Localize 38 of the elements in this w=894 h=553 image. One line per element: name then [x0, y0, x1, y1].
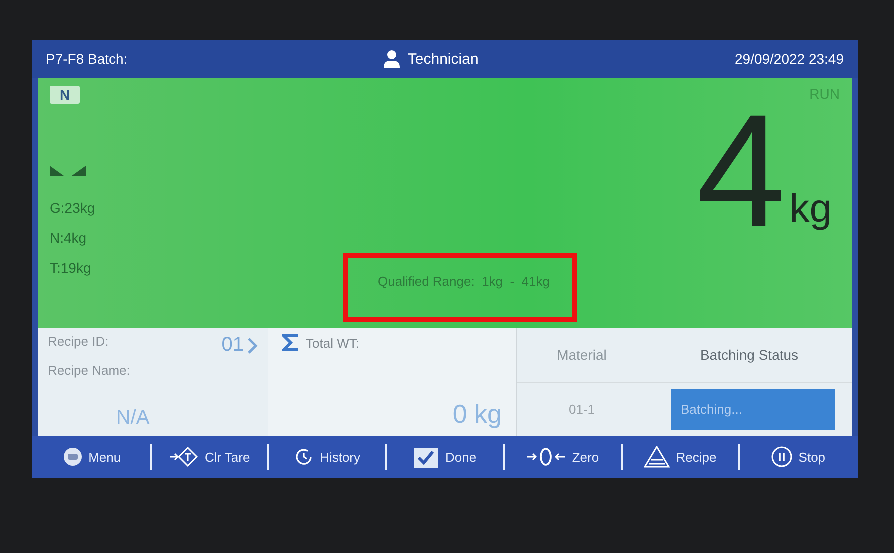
toolbar-button[interactable]: Zero [512, 445, 613, 469]
tare-weight: T:19kg [50, 260, 92, 276]
gross-weight: G:23kg [50, 200, 96, 216]
date-time: 29/09/2022 23:49 [735, 51, 844, 67]
toolbar-button[interactable]: Done [395, 443, 495, 471]
batch-label: P7-F8 Batch: [46, 51, 128, 67]
recipe-name: N/A [116, 407, 151, 430]
checkbox-icon [413, 445, 440, 469]
stability-icon [50, 166, 86, 176]
user-name: Technician [408, 50, 479, 68]
column-header: Material [557, 346, 607, 363]
status-badge: Batching... [671, 388, 835, 430]
total-weight-label: Total WT: [306, 336, 360, 350]
table-cell: 01-1 [568, 402, 596, 417]
toolbar-button[interactable]: Stop [748, 444, 848, 470]
zero-icon [526, 447, 566, 467]
flask-icon [644, 446, 670, 468]
net-weight: N:4kg [50, 230, 88, 246]
toolbar-button[interactable]: Menu [42, 445, 142, 469]
qualified-range: Qualified Range: 1kg - 41kg [378, 274, 550, 289]
mode-badge: N [50, 86, 80, 104]
total-weight: 0 kg [452, 399, 502, 430]
user-icon [384, 50, 400, 68]
chevron-icon[interactable] [246, 336, 258, 354]
recipe-id-label: Recipe ID: [48, 334, 110, 351]
recipe-id: 01 [222, 334, 244, 357]
sigma-icon [282, 334, 300, 352]
weight-value: 4 [696, 96, 786, 246]
column-header: Batching Status [700, 346, 799, 363]
recipe-name-label: Recipe Name: [48, 363, 132, 378]
pause-icon [770, 446, 793, 468]
menu-icon [62, 447, 83, 467]
clock-icon [294, 447, 314, 467]
weight-unit: kg [790, 187, 832, 232]
toolbar-button[interactable]: Clr Tare [160, 445, 260, 469]
tare-icon [168, 447, 199, 467]
toolbar-button[interactable]: Recipe [630, 444, 730, 470]
toolbar-button[interactable]: History [277, 445, 378, 469]
